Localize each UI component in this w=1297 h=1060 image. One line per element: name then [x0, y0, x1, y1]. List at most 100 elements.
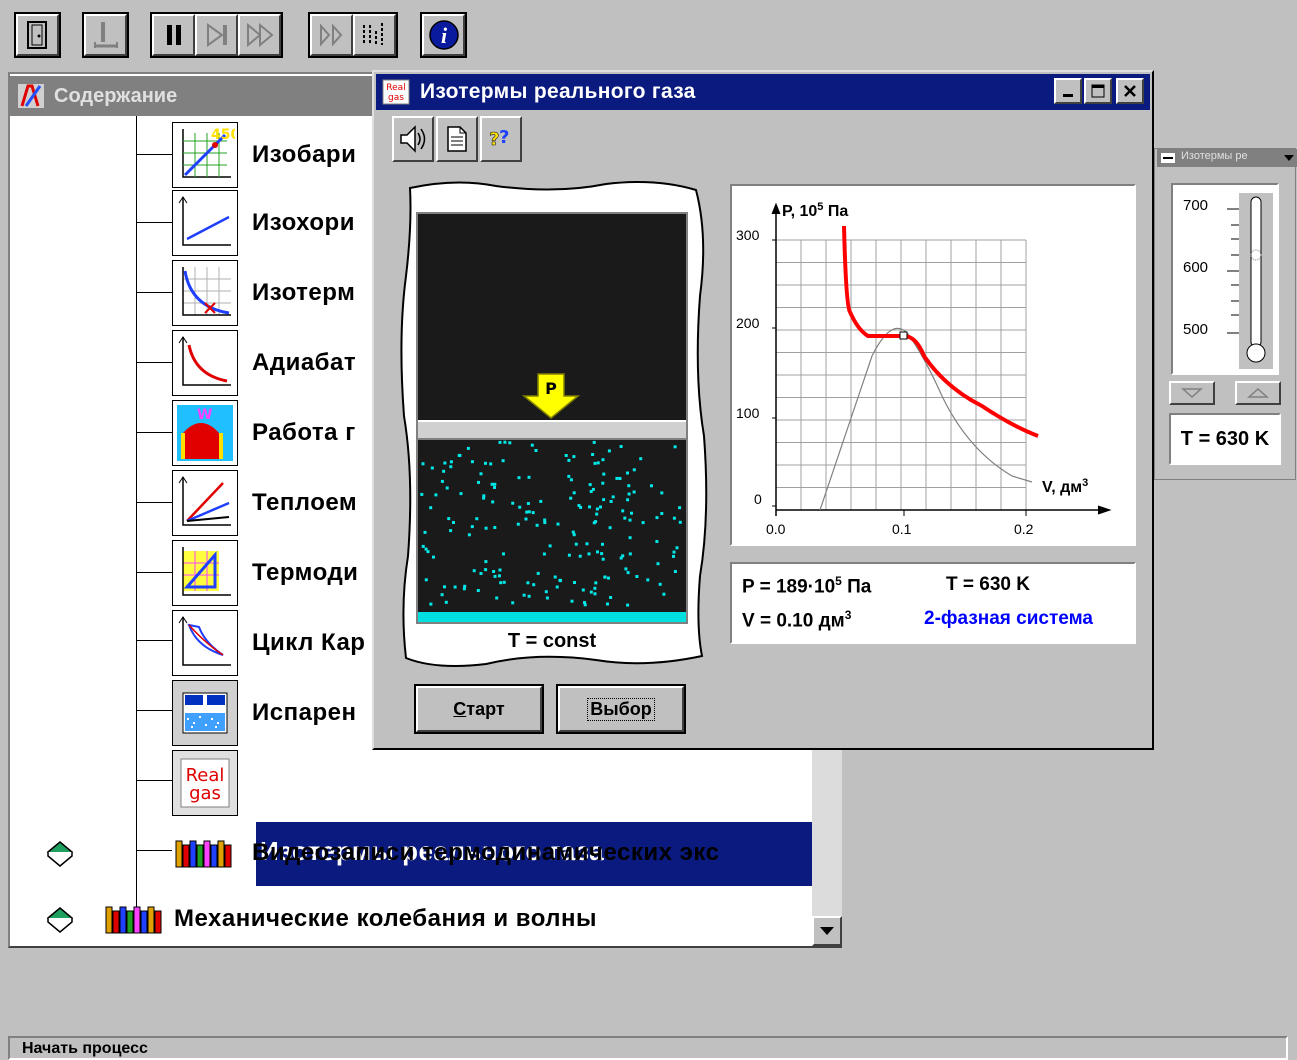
real-gas-icon: Real gas: [180, 758, 230, 808]
gas-particle: [585, 542, 589, 546]
tree-item-isochoric[interactable]: Изохори: [172, 190, 355, 256]
gas-particle: [498, 440, 502, 444]
gas-particle: [493, 574, 497, 578]
gas-particle: [426, 550, 430, 554]
gas-particle: [567, 458, 571, 462]
tree-item-gas-work[interactable]: W Работа г: [172, 400, 356, 466]
isochoric-icon: [178, 196, 231, 246]
tree-line: [136, 640, 172, 641]
tree-item-carnot-cycle[interactable]: Цикл Кар: [172, 610, 365, 676]
evaporation-icon: [182, 692, 228, 734]
main-toolbar: i: [0, 0, 1297, 68]
gas-particle: [589, 590, 593, 594]
gas-particle: [420, 492, 424, 496]
gas-particle: [470, 460, 474, 464]
sound-button[interactable]: [392, 116, 434, 162]
toolbar-group-info: i: [420, 12, 467, 58]
gas-particle: [457, 453, 461, 457]
svg-text:gas: gas: [388, 93, 404, 103]
tree-item-videos[interactable]: Видеозаписи термодинамических экс: [172, 820, 719, 886]
gas-particle: [517, 476, 521, 480]
tree-item-mechanical-oscillations[interactable]: Механические колебания и волны: [104, 894, 597, 944]
fast-forward-button[interactable]: [238, 14, 281, 56]
scroll-down-button[interactable]: [812, 916, 842, 946]
gas-particle: [503, 440, 507, 444]
audio-button[interactable]: [84, 14, 127, 56]
step-button[interactable]: [195, 14, 238, 56]
close-button[interactable]: [1116, 78, 1144, 104]
document-icon: [447, 126, 467, 152]
gas-particle: [526, 502, 530, 505]
pause-button[interactable]: [152, 14, 195, 56]
gas-particle: [453, 585, 457, 589]
gas-particle: [445, 486, 449, 490]
gas-particle: [603, 575, 607, 579]
toolbar-group-audio: [82, 12, 129, 58]
temperature-up-button[interactable]: [1235, 381, 1281, 405]
select-button[interactable]: Выбор: [556, 684, 686, 734]
gas-particle: [543, 521, 547, 525]
chart-button[interactable]: [353, 14, 396, 56]
gas-particle: [479, 572, 483, 575]
gas-particle: [601, 557, 605, 561]
gas-particle: [655, 516, 659, 520]
exit-button[interactable]: [16, 14, 59, 56]
chart-icon: [362, 23, 383, 45]
panel-menu-icon[interactable]: [1161, 153, 1175, 163]
books-icon: [105, 906, 162, 934]
maximize-button[interactable]: [1084, 78, 1112, 104]
tree-item-evaporation[interactable]: Испарен: [172, 680, 356, 746]
gas-particle: [555, 585, 559, 589]
gas-particles: [420, 440, 682, 607]
gas-particle: [466, 446, 470, 450]
gas-particle: [608, 526, 612, 530]
gas-particle: [527, 475, 531, 479]
cylinder-floor: [418, 612, 686, 622]
minimize-button[interactable]: [1054, 78, 1082, 104]
tree-item-real-gas[interactable]: Real gas: [172, 750, 238, 816]
gas-particle: [641, 521, 645, 525]
start-button[interactable]: Старт: [414, 684, 544, 734]
gas-particle: [429, 506, 433, 510]
tree-item-isobaric[interactable]: 450 Изобари: [172, 122, 356, 188]
volume-readout: V = 0.10 дм3: [742, 608, 852, 632]
contents-title: Содержание: [54, 84, 178, 107]
isotherm-curve: [842, 225, 1039, 438]
help-button[interactable]: ? ?: [480, 116, 522, 162]
temperature-value: T = 630 K: [1169, 413, 1281, 465]
gas-particle: [592, 521, 596, 525]
piston[interactable]: [418, 420, 686, 440]
closed-book-icon[interactable]: [44, 904, 76, 934]
state-point[interactable]: [899, 331, 908, 340]
gas-particle: [532, 583, 536, 587]
gas-particle: [534, 449, 538, 452]
gas-particle: [595, 507, 599, 511]
gas-particle: [543, 518, 547, 522]
gas-particle: [424, 578, 428, 582]
gas-particle: [587, 552, 591, 556]
tree-item-adiabatic[interactable]: Адиабат: [172, 330, 356, 396]
gas-particle: [632, 490, 636, 494]
tree-item-heat-capacity[interactable]: Теплоем: [172, 470, 357, 536]
closed-book-icon[interactable]: [44, 838, 76, 868]
gas-particle: [621, 509, 625, 513]
gas-particle: [675, 546, 679, 550]
tree-item-thermodynamics[interactable]: Термоди: [172, 540, 358, 606]
gas-particle: [593, 586, 597, 590]
gas-particle: [482, 496, 486, 500]
exit-icon: [26, 21, 47, 49]
panel-dropdown-icon[interactable]: [1283, 152, 1295, 164]
gas-particle: [511, 501, 515, 505]
tree-item-isothermal[interactable]: Изотерм: [172, 260, 355, 326]
gas-particle: [501, 459, 505, 463]
description-button[interactable]: [436, 116, 478, 162]
heat-capacity-icon: [178, 476, 231, 526]
gas-particle: [536, 571, 540, 575]
info-button[interactable]: i: [422, 14, 465, 56]
tree-line: [136, 502, 172, 503]
step-frames-button[interactable]: [310, 14, 353, 56]
gas-particle: [618, 477, 622, 480]
temperature-down-button[interactable]: [1169, 381, 1215, 405]
gas-particle: [673, 570, 677, 573]
gas-particle: [595, 512, 599, 516]
